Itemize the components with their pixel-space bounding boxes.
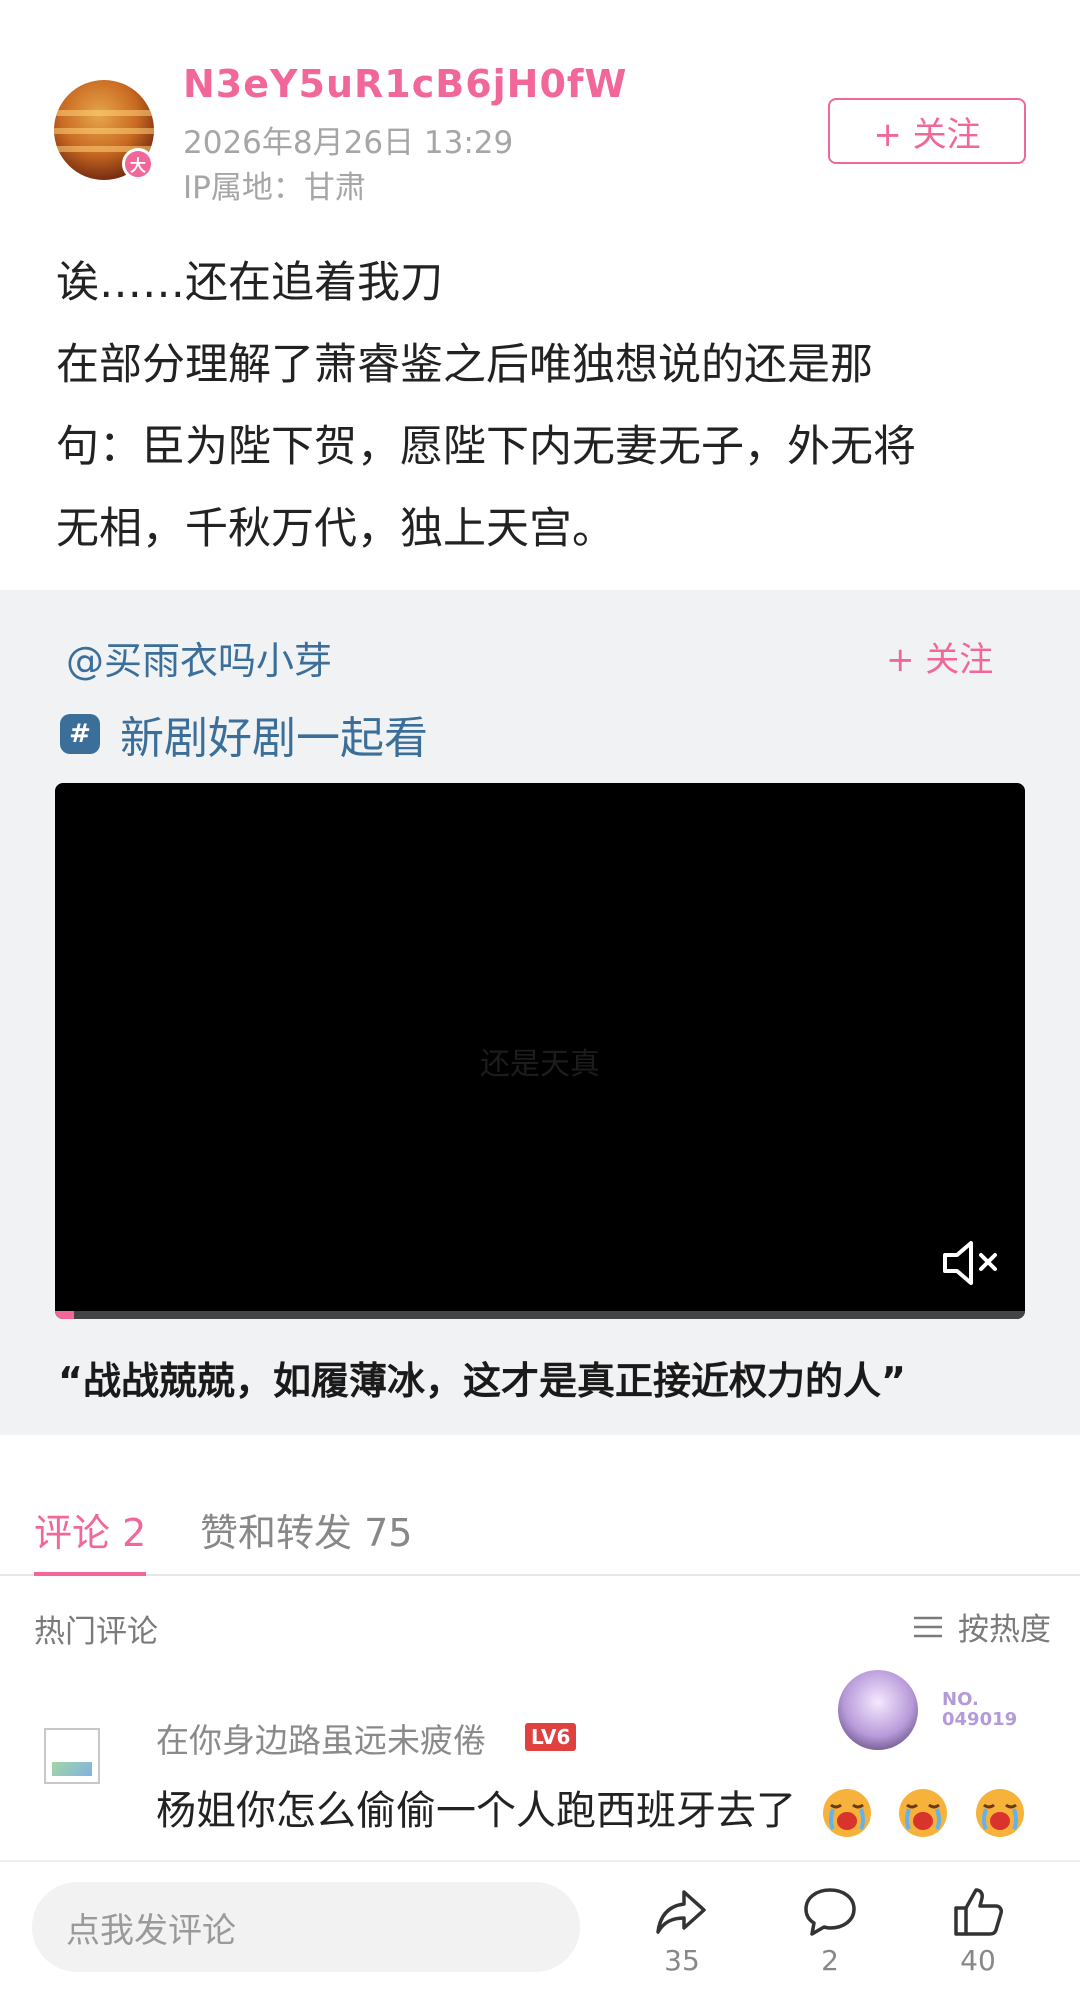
comment-item[interactable]: 在你身边路虽远未疲倦 LV6 NO. 049019 杨姐你怎么偷偷一个人跑西班牙… bbox=[0, 1660, 1080, 1860]
video-progress-fill bbox=[55, 1311, 75, 1319]
commenter-name[interactable]: 在你身边路虽远未疲倦 bbox=[156, 1714, 486, 1762]
comment-tabs: 评论 2 赞和转发 75 bbox=[0, 1462, 1080, 1576]
video-subtitle: 还是天真 bbox=[480, 1047, 600, 1082]
repost-author-link[interactable]: @买雨衣吗小芽 bbox=[66, 630, 332, 685]
sort-button[interactable]: 按热度 bbox=[912, 1604, 1051, 1649]
video-progress-track[interactable] bbox=[55, 1311, 1025, 1319]
vip-badge-icon: 大 bbox=[122, 148, 154, 180]
topic-hashtag-icon: # bbox=[60, 714, 100, 754]
video-title: “战战兢兢，如履薄冰，这才是真正接近权力的人” bbox=[58, 1359, 906, 1403]
crying-emoji-icon bbox=[899, 1789, 948, 1837]
comment-bubble-icon bbox=[804, 1888, 856, 1936]
repost-count: 35 bbox=[664, 1944, 700, 1977]
username[interactable]: N3eY5uR1cB6jH0fW bbox=[183, 62, 627, 106]
ip-location: IP属地：甘肃 bbox=[183, 170, 366, 206]
video-player[interactable]: 还是天真 bbox=[55, 783, 1025, 1319]
tab-comments[interactable]: 评论 2 bbox=[34, 1502, 146, 1557]
repost-follow-button[interactable]: + 关注 bbox=[886, 632, 993, 681]
mute-icon[interactable] bbox=[939, 1237, 1003, 1289]
tab-likes-reposts[interactable]: 赞和转发 75 bbox=[200, 1502, 412, 1557]
repost-card[interactable]: @买雨衣吗小芽 + 关注 # 新剧好剧一起看 还是天真 “战战兢兢，如履薄冰，这… bbox=[0, 590, 1080, 1435]
like-count: 40 bbox=[960, 1944, 996, 1977]
post-text: 诶……还在追着我刀 在部分理解了萧睿鉴之后唯独想说的还是那 句：臣为陛下贺，愿陛… bbox=[56, 258, 916, 554]
commenter-avatar[interactable] bbox=[44, 1728, 100, 1784]
fan-card-number: NO. 049019 bbox=[942, 1689, 1018, 1730]
active-tab-indicator bbox=[34, 1572, 146, 1576]
thumbs-up-icon bbox=[954, 1888, 1003, 1936]
menu-lines-icon bbox=[914, 1616, 942, 1637]
repost-arrow-icon bbox=[656, 1890, 706, 1934]
topic-link[interactable]: # 新剧好剧一起看 bbox=[60, 702, 428, 766]
comment-button[interactable]: 2 bbox=[780, 1884, 880, 1977]
repost-button[interactable]: 35 bbox=[632, 1884, 732, 1977]
follow-button[interactable]: + 关注 bbox=[828, 98, 1026, 164]
sort-label: 按热度 bbox=[958, 1612, 1051, 1648]
comment-text: 杨姐你怎么偷偷一个人跑西班牙去了 bbox=[156, 1788, 796, 1834]
fan-card-sticker bbox=[838, 1670, 918, 1750]
level-badge: LV6 bbox=[525, 1723, 577, 1751]
comment-count: 2 bbox=[821, 1944, 839, 1977]
post-time: 2026年8月26日 13:29 bbox=[183, 125, 514, 161]
post-header: 大 N3eY5uR1cB6jH0fW 2026年8月26日 13:29 IP属地… bbox=[0, 0, 1080, 206]
crying-emoji-icon bbox=[976, 1789, 1025, 1837]
topic-text: 新剧好剧一起看 bbox=[120, 713, 428, 764]
like-button[interactable]: 40 bbox=[928, 1884, 1028, 1977]
hot-comments-label: 热门评论 bbox=[34, 1614, 158, 1650]
bottom-action-bar: 点我发评论 35 2 40 bbox=[0, 1860, 1080, 2009]
crying-emoji-icon bbox=[822, 1789, 871, 1837]
comment-input[interactable]: 点我发评论 bbox=[32, 1882, 580, 1972]
comment-text-row: 杨姐你怎么偷偷一个人跑西班牙去了 bbox=[156, 1778, 1026, 1839]
